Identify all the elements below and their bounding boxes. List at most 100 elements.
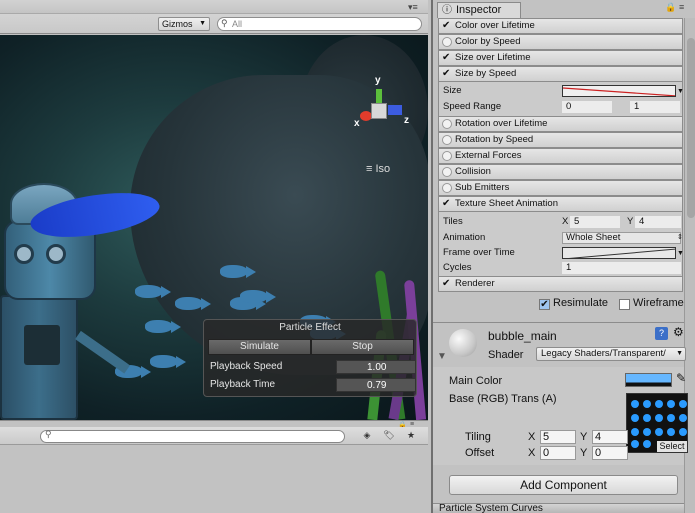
dropdown-arrow-icon: ▼ [676,350,683,357]
material-name: bubble_main [488,329,557,343]
checkmark-icon[interactable]: ✔ [442,279,452,289]
module-sub-emitters[interactable]: Sub Emitters [438,180,683,196]
scene-search-input[interactable]: ⚲ All [217,17,422,31]
particle-system-curves-header[interactable]: Particle System Curves [433,503,684,513]
curve-options-arrow-icon[interactable]: ▼ [677,85,684,99]
filter-by-type-icon[interactable]: ◈ [358,430,376,443]
offset-x-label: X [528,447,536,459]
inspector-tab-label: Inspector [456,4,502,16]
animation-dropdown[interactable]: Whole Sheet [562,232,681,244]
eyedropper-icon[interactable]: ✎ [676,371,686,385]
stop-button[interactable]: Stop [311,339,414,355]
simulate-button[interactable]: Simulate [208,339,311,355]
z-axis-handle[interactable] [388,105,402,115]
module-label: Texture Sheet Animation [455,198,558,209]
module-collision[interactable]: Collision [438,164,683,180]
add-component-button[interactable]: Add Component [449,475,678,495]
frame-over-time-curve-field[interactable] [562,247,676,259]
particle-effect-overlay: Particle Effect Simulate Stop Playback S… [203,319,417,397]
offset-y-field[interactable]: 0 [592,446,628,460]
module-toggle[interactable] [442,135,452,145]
gizmos-dropdown[interactable]: Gizmos ▼ [158,17,210,31]
speed-range-max-field[interactable]: 1 [630,101,680,113]
tiling-x-field[interactable]: 5 [540,430,576,444]
favorites-star-icon[interactable]: ★ [402,430,420,443]
tiling-y-label: Y [580,431,588,443]
checkmark-icon[interactable]: ✔ [442,21,452,31]
scene-toolbar: ▾≡ Gizmos ▼ ⚲ All [0,0,428,34]
iso-lines-icon: ≡ [366,163,373,175]
texture-frame [667,428,675,436]
fish [145,320,181,333]
module-toggle[interactable] [442,119,452,129]
menu-icon[interactable]: ≡ [679,2,684,12]
tiles-y-label: Y [627,216,634,227]
gizmo-z-label: z [404,115,409,126]
search-icon: ⚲ [45,429,52,439]
checkmark-icon[interactable]: ✔ [442,69,452,79]
module-size-by-speed[interactable]: ✔ Size by Speed [438,66,683,82]
curve-options-arrow-icon[interactable]: ▼ [677,247,684,261]
resimulate-label: Resimulate [553,297,609,309]
frame-curve-graph [568,248,675,258]
module-rotation-over-lifetime[interactable]: Rotation over Lifetime [438,116,683,132]
help-book-icon[interactable]: ? [655,327,668,340]
projection-toggle[interactable]: ≡ Iso [366,163,390,175]
module-renderer[interactable]: ✔ Renderer [438,276,683,292]
robot-eye [46,244,66,264]
offset-x-field[interactable]: 0 [540,446,576,460]
module-color-by-speed[interactable]: Color by Speed [438,34,683,50]
tiles-x-field[interactable]: 5 [570,216,620,228]
inspector-tab[interactable]: ⓘ Inspector [437,2,521,18]
module-external-forces[interactable]: External Forces [438,148,683,164]
offset-y-label: Y [580,447,588,459]
fish [220,265,256,278]
gear-icon[interactable]: ⚙ [673,325,684,339]
module-texture-sheet-animation[interactable]: ✔ Texture Sheet Animation [438,196,683,212]
lock-icon[interactable]: 🔒 [665,2,676,13]
texture-frame [667,400,675,408]
scene-panel: ▾≡ Gizmos ▼ ⚲ All y x z ≡ Iso Particle E… [0,0,428,420]
texture-frame [679,428,687,436]
filter-by-label-icon[interactable]: 🏷 [380,430,398,443]
particle-effect-title: Particle Effect [279,322,341,333]
size-row: Size ▼ [443,84,684,99]
module-size-over-lifetime[interactable]: ✔ Size over Lifetime [438,50,683,66]
material-properties: Main Color ✎ Base (RGB) Trans (A) Select… [433,367,688,465]
texture-frame [631,400,639,408]
base-texture-slot[interactable]: Select [626,393,688,453]
speed-range-min-field[interactable]: 0 [562,101,612,113]
tiles-y-field[interactable]: 4 [635,216,681,228]
orientation-gizmo[interactable]: y x z [350,75,410,139]
main-color-swatch[interactable] [625,373,672,387]
size-curve-field[interactable] [562,85,676,97]
cycles-field[interactable]: 1 [562,262,681,274]
playback-speed-field[interactable]: 1.00 [336,360,416,374]
resimulate-checkbox[interactable]: ✔ [539,299,550,310]
module-toggle[interactable] [442,183,452,193]
module-toggle[interactable] [442,151,452,161]
gizmo-y-label: y [375,75,381,86]
size-label: Size [443,85,462,96]
foldout-arrow-icon[interactable]: ▼ [437,351,447,362]
tiling-y-field[interactable]: 4 [592,430,628,444]
texture-frame [631,440,639,448]
shader-dropdown[interactable]: Legacy Shaders/Transparent/ ▼ [536,347,686,361]
wireframe-checkbox[interactable] [619,299,630,310]
module-toggle[interactable] [442,37,452,47]
speed-range-row: Speed Range 0 1 [443,100,681,115]
module-toggle[interactable] [442,167,452,177]
checkmark-icon[interactable]: ✔ [442,199,452,209]
playback-time-field[interactable]: 0.79 [336,378,416,392]
checkmark-icon[interactable]: ✔ [442,53,452,63]
scrollbar-thumb[interactable] [687,38,695,218]
speed-range-label: Speed Range [443,101,502,112]
gizmo-center-cube[interactable] [371,103,387,119]
texture-select-button[interactable]: Select [657,441,687,452]
module-rotation-by-speed[interactable]: Rotation by Speed [438,132,683,148]
scene-viewport[interactable]: y x z ≡ Iso Particle Effect Simulate Sto… [0,35,428,420]
module-color-over-lifetime[interactable]: ✔ Color over Lifetime [438,18,683,34]
search-placeholder: All [232,19,243,29]
project-search-input[interactable]: ⚲ [40,429,345,443]
menu-icon[interactable]: ▾≡ [408,2,418,13]
